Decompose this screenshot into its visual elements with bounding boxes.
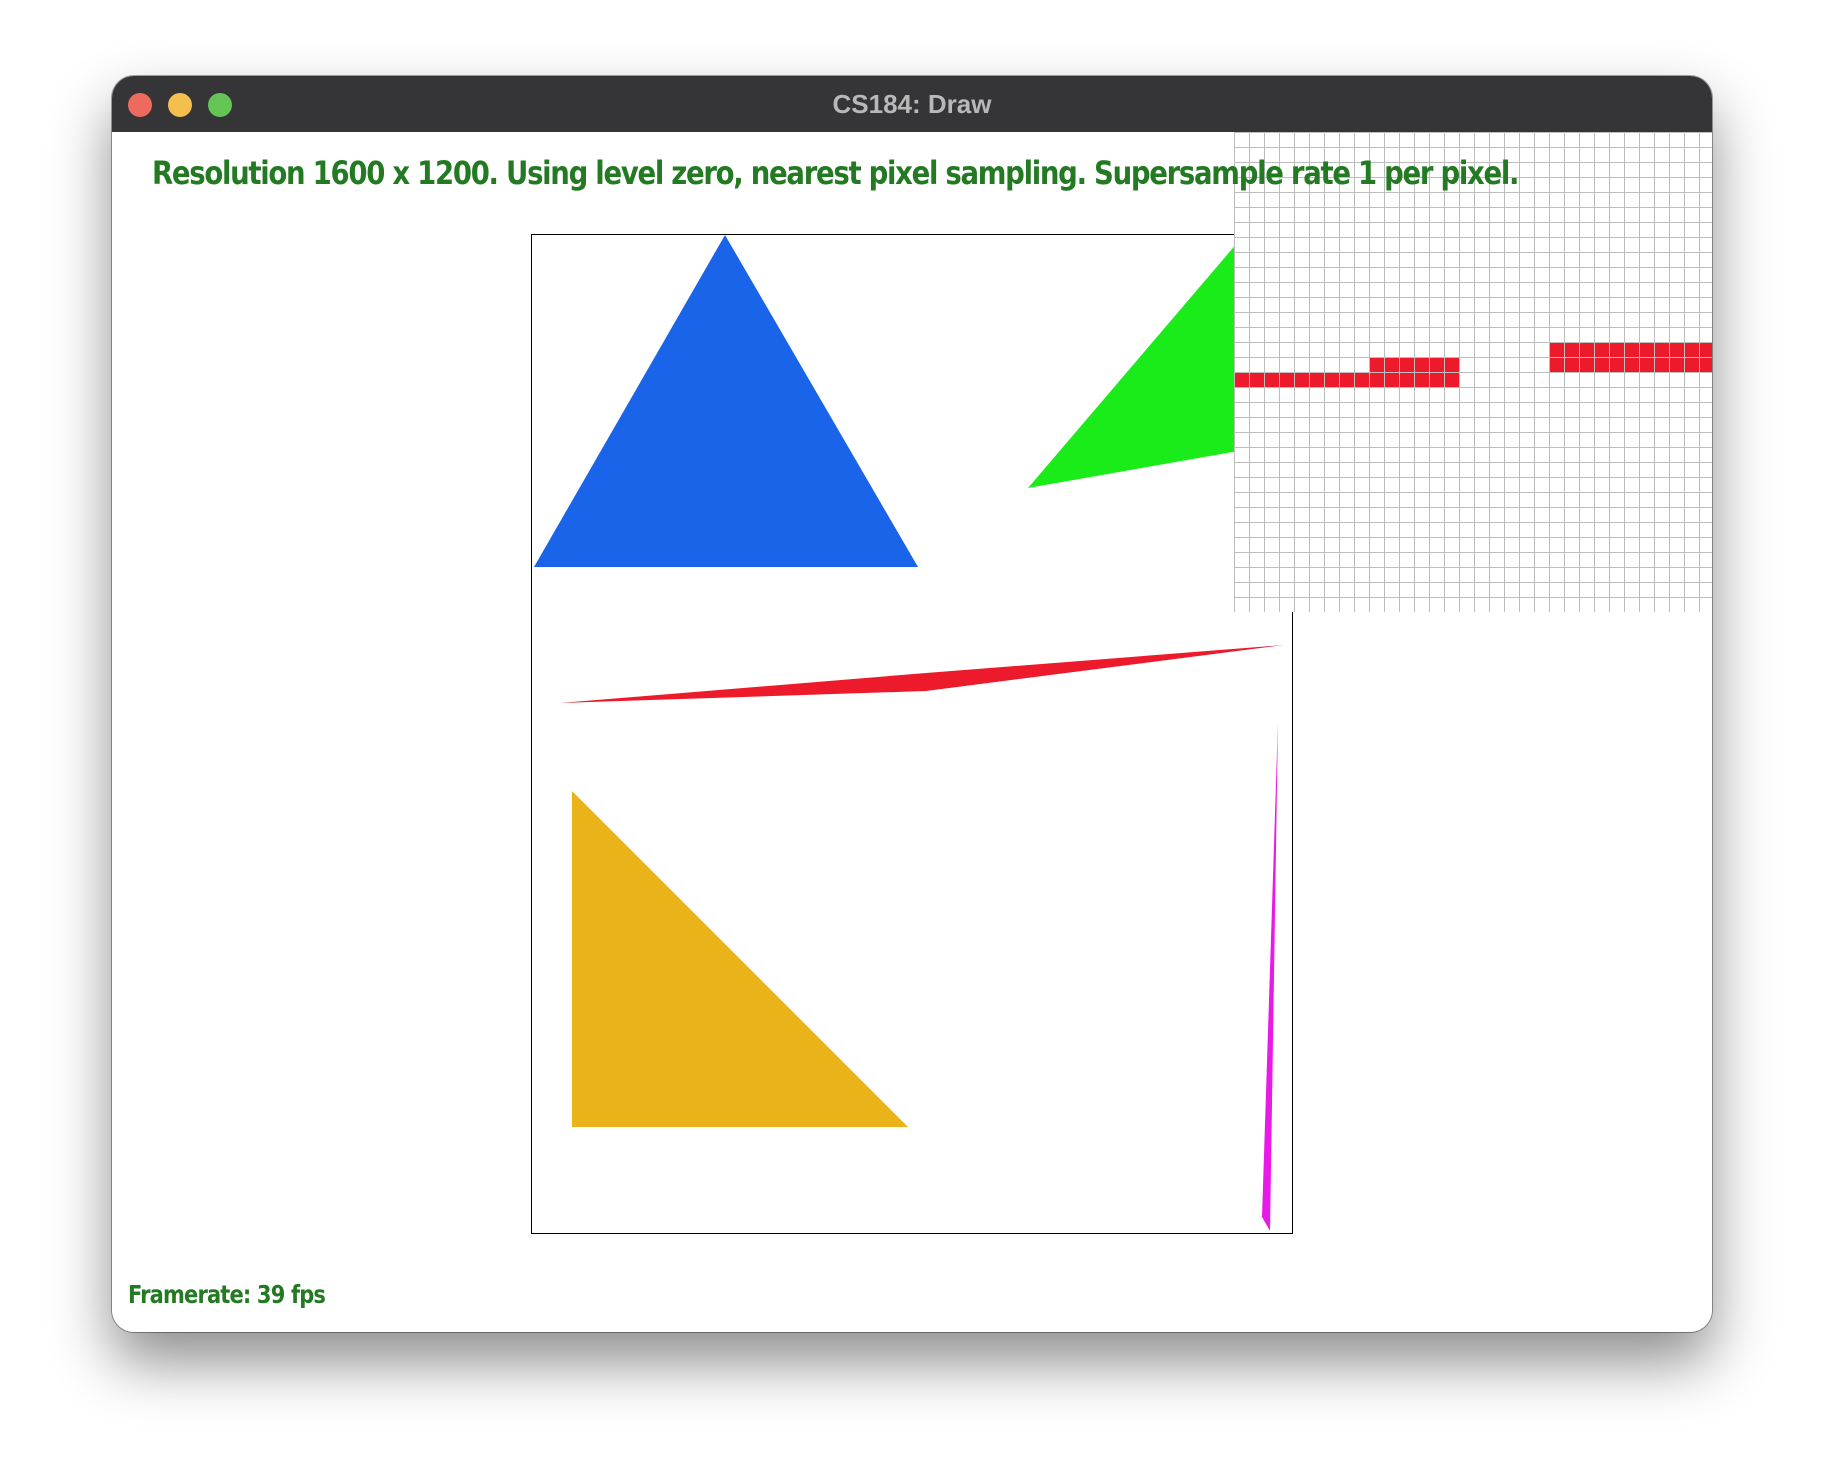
zoom-pixel-run [1234, 372, 1459, 387]
canvas-drawing [534, 235, 1284, 1231]
title-bar[interactable]: CS184: Draw [112, 76, 1712, 132]
red-sliver-triangle [560, 645, 1284, 703]
window-title: CS184: Draw [832, 89, 992, 119]
draw-viewport[interactable]: Resolution 1600 x 1200. Using level zero… [112, 132, 1712, 1332]
zoom-pixel-run [1549, 342, 1712, 357]
green-triangle [1028, 235, 1244, 488]
yellow-triangle [572, 791, 908, 1127]
magenta-sliver-triangle [1262, 721, 1278, 1231]
svg-canvas[interactable] [531, 234, 1293, 1234]
framerate-text: Framerate: 39 fps [128, 1280, 326, 1309]
pixel-inspector-zoom[interactable] [1234, 132, 1712, 612]
status-text: Resolution 1600 x 1200. Using level zero… [152, 154, 1519, 192]
blue-triangle [534, 235, 918, 567]
app-window: CS184: Draw Resolution 1600 x 1200. Usin… [112, 76, 1712, 1332]
zoom-grid [1234, 132, 1712, 612]
zoom-pixel-run [1549, 357, 1712, 372]
